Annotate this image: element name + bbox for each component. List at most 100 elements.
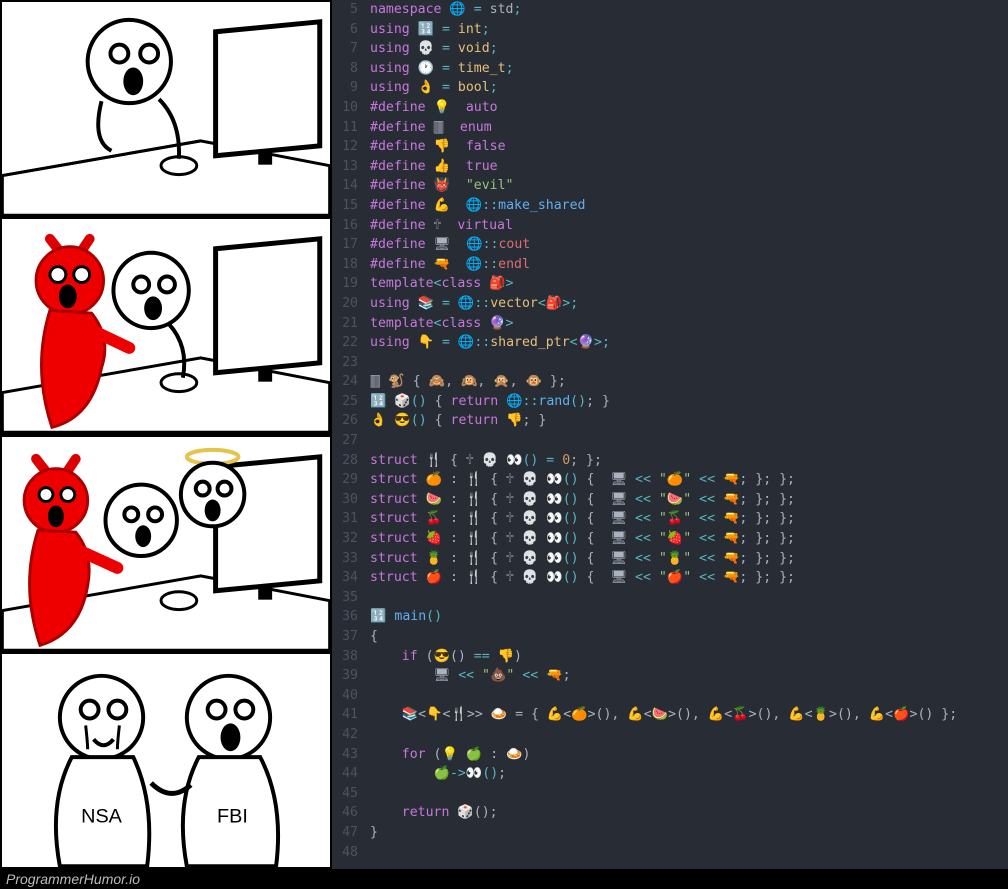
line-number: 20 [336,294,358,314]
code-line[interactable]: template<class 🎒> [370,274,1008,294]
code-line[interactable]: struct 🍉 : 🍴 { 🕆 💀 👀() { 🖥 << "🍉" << 🔫; … [370,490,1008,510]
line-number: 16 [336,216,358,236]
code-line[interactable]: for (💡 🍏 : 🍛) [370,745,1008,765]
line-number: 38 [336,647,358,667]
code-line[interactable]: struct 🍊 : 🍴 { 🕆 💀 👀() { 🖥 << "🍊" << 🔫; … [370,470,1008,490]
line-number: 9 [336,78,358,98]
line-number: 7 [336,39,358,59]
code-line[interactable] [370,353,1008,373]
line-number: 11 [336,118,358,138]
line-number: 33 [336,549,358,569]
line-number: 12 [336,137,358,157]
code-line[interactable]: using 📚 = 🌐::vector<🎒>; [370,294,1008,314]
line-number: 10 [336,98,358,118]
code-line[interactable]: #define 👎 false [370,137,1008,157]
code-line[interactable]: #define 🖥 🌐::cout [370,235,1008,255]
code-line[interactable]: struct 🍍 : 🍴 { 🕆 💀 👀() { 🖥 << "🍍" << 🔫; … [370,549,1008,569]
comic-panel-1 [0,0,332,217]
code-line[interactable]: { [370,627,1008,647]
code-line[interactable]: return 🎲(); [370,803,1008,823]
comic-panel-2 [0,217,332,434]
code-editor[interactable]: 5678910111213141516171819202122232425262… [332,0,1008,869]
line-number: 8 [336,59,358,79]
line-number: 6 [336,20,358,40]
code-line[interactable]: using 🕐 = time_t; [370,59,1008,79]
line-number-gutter: 5678910111213141516171819202122232425262… [332,0,366,869]
code-line[interactable]: #define 🕆 virtual [370,216,1008,236]
line-number: 25 [336,392,358,412]
fbi-label: FBI [217,805,248,827]
watermark: ProgrammerHumor.io [0,869,1008,889]
line-number: 40 [336,686,358,706]
code-line[interactable]: #define 👍 true [370,157,1008,177]
code-line[interactable]: namespace 🌐 = std; [370,0,1008,20]
line-number: 30 [336,490,358,510]
line-number: 24 [336,372,358,392]
line-number: 28 [336,451,358,471]
code-line[interactable]: 📚<👇<🍴>> 🍛 = { 💪<🍊>(), 💪<🍉>(), 💪<🍒>(), 💪<… [370,705,1008,725]
code-line[interactable]: #define 👹 "evil" [370,176,1008,196]
code-line[interactable]: 👌 😎() { return 👎; } [370,411,1008,431]
main-content: NSA FBI 56789101112131415161718192021222… [0,0,1008,869]
code-line[interactable]: #define 💡 auto [370,98,1008,118]
code-line[interactable]: struct 🍒 : 🍴 { 🕆 💀 👀() { 🖥 << "🍒" << 🔫; … [370,509,1008,529]
code-line[interactable]: struct 🍴 { 🕆 💀 👀() = 0; }; [370,451,1008,471]
nsa-label: NSA [81,805,123,827]
line-number: 21 [336,314,358,334]
line-number: 31 [336,509,358,529]
line-number: 18 [336,255,358,275]
code-line[interactable]: struct 🍎 : 🍴 { 🕆 💀 👀() { 🖥 << "🍎" << 🔫; … [370,568,1008,588]
line-number: 36 [336,607,358,627]
code-line[interactable]: 🖥 << "💩" << 🔫; [370,666,1008,686]
line-number: 14 [336,176,358,196]
line-number: 15 [336,196,358,216]
code-line[interactable]: using 👇 = 🌐::shared_ptr<🔮>; [370,333,1008,353]
line-number: 26 [336,411,358,431]
code-line[interactable]: 🔢 main() [370,607,1008,627]
line-number: 45 [336,784,358,804]
line-number: 23 [336,353,358,373]
code-line[interactable] [370,686,1008,706]
line-number: 42 [336,725,358,745]
comic-art-2 [2,219,330,432]
code-line[interactable]: 🀫 🐒 { 🙈, 🙉, 🙊, 🐵 }; [370,372,1008,392]
comic-art-4: NSA FBI [2,654,330,867]
code-area[interactable]: namespace 🌐 = std;using 🔢 = int;using 💀 … [366,0,1008,869]
line-number: 35 [336,588,358,608]
line-number: 48 [336,843,358,863]
line-number: 39 [336,666,358,686]
code-line[interactable]: using 👌 = bool; [370,78,1008,98]
code-line[interactable] [370,431,1008,451]
line-number: 46 [336,803,358,823]
line-number: 32 [336,529,358,549]
comic-panel-3 [0,435,332,652]
code-line[interactable] [370,725,1008,745]
code-line[interactable] [370,588,1008,608]
code-line[interactable] [370,843,1008,863]
code-line[interactable]: #define 🀫 enum [370,118,1008,138]
code-line[interactable]: } [370,823,1008,843]
comic-art-3 [2,437,330,650]
code-line[interactable]: #define 💪 🌐::make_shared [370,196,1008,216]
code-line[interactable]: 🔢 🎲() { return 🌐::rand(); } [370,392,1008,412]
code-line[interactable]: using 💀 = void; [370,39,1008,59]
line-number: 22 [336,333,358,353]
code-line[interactable]: if (😎() == 👎) [370,647,1008,667]
comic-panel-4: NSA FBI [0,652,332,869]
line-number: 43 [336,745,358,765]
comic-strip: NSA FBI [0,0,332,869]
line-number: 41 [336,705,358,725]
code-line[interactable] [370,784,1008,804]
line-number: 34 [336,568,358,588]
line-number: 17 [336,235,358,255]
code-line[interactable]: template<class 🔮> [370,314,1008,334]
code-line[interactable]: 🍏->👀(); [370,764,1008,784]
line-number: 47 [336,823,358,843]
line-number: 5 [336,0,358,20]
line-number: 19 [336,274,358,294]
line-number: 37 [336,627,358,647]
code-line[interactable]: struct 🍓 : 🍴 { 🕆 💀 👀() { 🖥 << "🍓" << 🔫; … [370,529,1008,549]
code-line[interactable]: #define 🔫 🌐::endl [370,255,1008,275]
code-line[interactable]: using 🔢 = int; [370,20,1008,40]
line-number: 27 [336,431,358,451]
